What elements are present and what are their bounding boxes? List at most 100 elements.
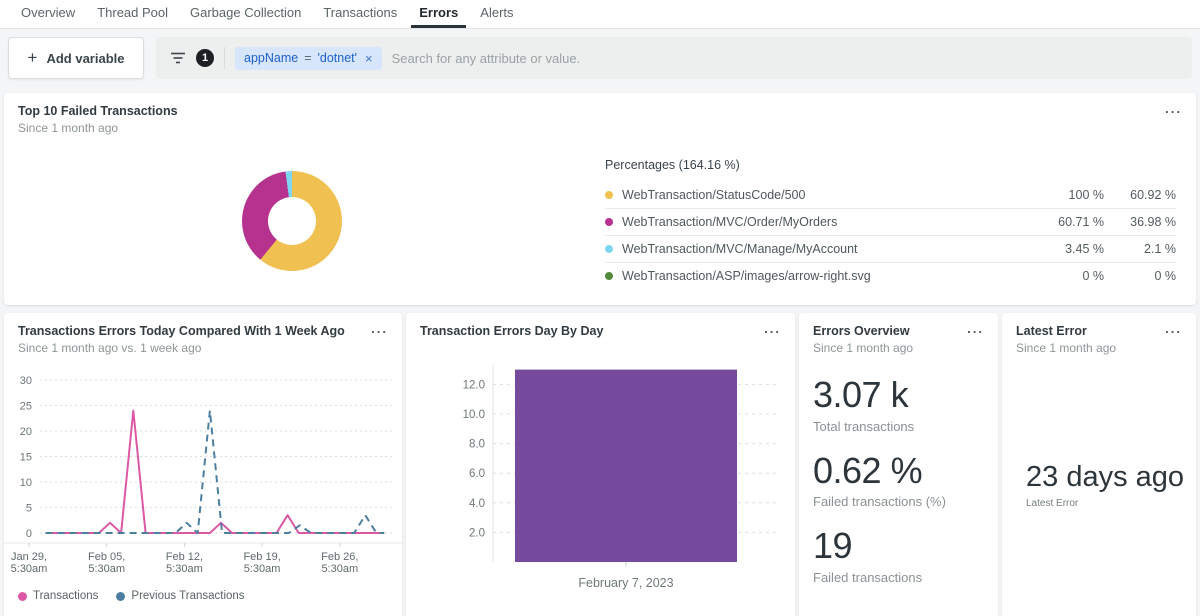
donut-chart[interactable]	[242, 171, 342, 271]
tab-overview[interactable]: Overview	[13, 0, 83, 28]
legend-row[interactable]: WebTransaction/StatusCode/500 100 % 60.9…	[605, 181, 1176, 208]
legend-header: Percentages (164.16 %)	[605, 158, 1176, 172]
donut-hole	[268, 197, 316, 245]
panel-menu-icon[interactable]: ...	[764, 321, 781, 336]
legend-pct: 0 %	[1104, 269, 1176, 283]
svg-text:February 7, 2023: February 7, 2023	[578, 576, 673, 590]
metric-total-transactions: 3.07 k Total transactions	[813, 375, 984, 434]
svg-text:5:30am: 5:30am	[88, 563, 125, 575]
chip-operator: =	[304, 51, 311, 65]
svg-text:6.0: 6.0	[469, 468, 485, 480]
series-color-dot	[605, 218, 613, 226]
attribute-search-input[interactable]	[392, 51, 1178, 66]
svg-text:15: 15	[20, 452, 32, 464]
tab-errors[interactable]: Errors	[411, 0, 466, 28]
svg-text:8.0: 8.0	[469, 439, 485, 451]
metric-label: Failed transactions	[813, 570, 984, 585]
legend-relative-pct: 0 %	[1014, 269, 1104, 283]
svg-text:5:30am: 5:30am	[166, 563, 203, 575]
tab-thread-pool[interactable]: Thread Pool	[89, 0, 176, 28]
bar-chart[interactable]: 2.04.06.08.010.012.0February 7, 2023	[406, 357, 795, 607]
metric-value: 23 days ago	[1026, 461, 1196, 494]
svg-text:20: 20	[20, 426, 32, 438]
chip-value: 'dotnet'	[318, 51, 358, 65]
svg-text:25: 25	[20, 401, 32, 413]
filter-count-badge: 1	[196, 49, 214, 67]
latest-error-metric: 23 days ago Latest Error	[1002, 461, 1196, 509]
metric-failed-transactions: 19 Failed transactions	[813, 526, 984, 585]
svg-text:30: 30	[20, 375, 32, 387]
panel-title: Top 10 Failed Transactions	[18, 104, 1182, 118]
add-variable-label: Add variable	[46, 51, 124, 66]
series-color-dot	[605, 272, 613, 280]
legend-item-transactions[interactable]: Transactions	[18, 590, 98, 602]
panel-menu-icon[interactable]: ...	[967, 321, 984, 336]
svg-text:Feb 19,: Feb 19,	[243, 551, 280, 563]
metric-failed-transactions-pct: 0.62 % Failed transactions (%)	[813, 451, 984, 510]
metric-label: Latest Error	[1026, 498, 1196, 509]
billboard-metrics: 3.07 k Total transactions 0.62 % Failed …	[799, 375, 998, 585]
filter-search-bar[interactable]: 1 appName = 'dotnet' ×	[156, 37, 1192, 79]
legend-label: WebTransaction/StatusCode/500	[622, 188, 1014, 202]
svg-text:Feb 05,: Feb 05,	[88, 551, 125, 563]
legend-row[interactable]: WebTransaction/MVC/Order/MyOrders 60.71 …	[605, 208, 1176, 235]
filter-chip-appname[interactable]: appName = 'dotnet' ×	[235, 47, 382, 70]
svg-text:Feb 12,: Feb 12,	[166, 551, 203, 563]
tab-alerts[interactable]: Alerts	[472, 0, 521, 28]
filter-funnel-icon	[170, 51, 186, 65]
legend-label: WebTransaction/MVC/Order/MyOrders	[622, 215, 1014, 229]
legend-label: Previous Transactions	[131, 590, 244, 602]
legend-item-previous-transactions[interactable]: Previous Transactions	[116, 590, 244, 602]
metric-value: 3.07 k	[813, 375, 984, 415]
panel-title: Latest Error	[1016, 324, 1182, 338]
panel-title: Errors Overview	[813, 324, 984, 338]
panel-subtitle: Since 1 month ago	[18, 121, 1182, 135]
legend-relative-pct: 60.71 %	[1014, 215, 1104, 229]
panel-latest-error: Latest Error Since 1 month ago ... 23 da…	[1002, 313, 1196, 616]
metric-label: Total transactions	[813, 419, 984, 434]
plus-icon: +	[28, 48, 38, 68]
panel-menu-icon[interactable]: ...	[371, 321, 388, 336]
legend-row[interactable]: WebTransaction/ASP/images/arrow-right.sv…	[605, 262, 1176, 289]
svg-text:5:30am: 5:30am	[244, 563, 281, 575]
panel-errors-overview: Errors Overview Since 1 month ago ... 3.…	[799, 313, 998, 616]
filter-toolbar: + Add variable 1 appName = 'dotnet' ×	[0, 29, 1200, 87]
svg-text:Jan 29,: Jan 29,	[11, 551, 47, 563]
panel-transaction-errors-day-by-day: Transaction Errors Day By Day ... 2.04.0…	[406, 313, 795, 616]
svg-text:5:30am: 5:30am	[11, 563, 48, 575]
panel-top10-failed-transactions: Top 10 Failed Transactions Since 1 month…	[4, 93, 1196, 305]
panel-menu-icon[interactable]: ...	[1165, 101, 1182, 116]
svg-text:5:30am: 5:30am	[321, 563, 358, 575]
tab-transactions[interactable]: Transactions	[315, 0, 405, 28]
donut-legend-table: Percentages (164.16 %) WebTransaction/St…	[605, 158, 1176, 289]
panel-subtitle: Since 1 month ago	[813, 341, 984, 355]
top-nav: Overview Thread Pool Garbage Collection …	[0, 0, 1200, 29]
legend-relative-pct: 3.45 %	[1014, 242, 1104, 256]
svg-text:2.0: 2.0	[469, 527, 485, 539]
legend-pct: 60.92 %	[1104, 188, 1176, 202]
panel-subtitle: Since 1 month ago	[1016, 341, 1182, 355]
tab-garbage-collection[interactable]: Garbage Collection	[182, 0, 309, 28]
legend-pct: 2.1 %	[1104, 242, 1176, 256]
chip-close-icon[interactable]: ×	[363, 51, 373, 66]
legend-row[interactable]: WebTransaction/MVC/Manage/MyAccount 3.45…	[605, 235, 1176, 262]
series-color-dot	[605, 191, 613, 199]
series-color-dot	[605, 245, 613, 253]
panel-subtitle: Since 1 month ago vs. 1 week ago	[18, 341, 388, 355]
svg-text:10.0: 10.0	[463, 409, 485, 421]
chip-attribute: appName	[244, 51, 298, 65]
metric-value: 0.62 %	[813, 451, 984, 491]
divider	[224, 47, 225, 69]
svg-text:10: 10	[20, 477, 32, 489]
metric-value: 19	[813, 526, 984, 566]
svg-text:5: 5	[26, 503, 32, 515]
panel-title: Transaction Errors Day By Day	[420, 324, 781, 338]
bottom-row: Transactions Errors Today Compared With …	[4, 313, 1196, 616]
legend-label: WebTransaction/MVC/Manage/MyAccount	[622, 242, 1014, 256]
svg-text:0: 0	[26, 528, 32, 540]
add-variable-button[interactable]: + Add variable	[8, 37, 144, 79]
line-chart[interactable]: 051015202530Jan 29,5:30amFeb 05,5:30amFe…	[4, 365, 402, 591]
panel-menu-icon[interactable]: ...	[1165, 321, 1182, 336]
line-chart-legend: Transactions Previous Transactions	[18, 590, 245, 602]
panel-title: Transactions Errors Today Compared With …	[18, 324, 388, 338]
